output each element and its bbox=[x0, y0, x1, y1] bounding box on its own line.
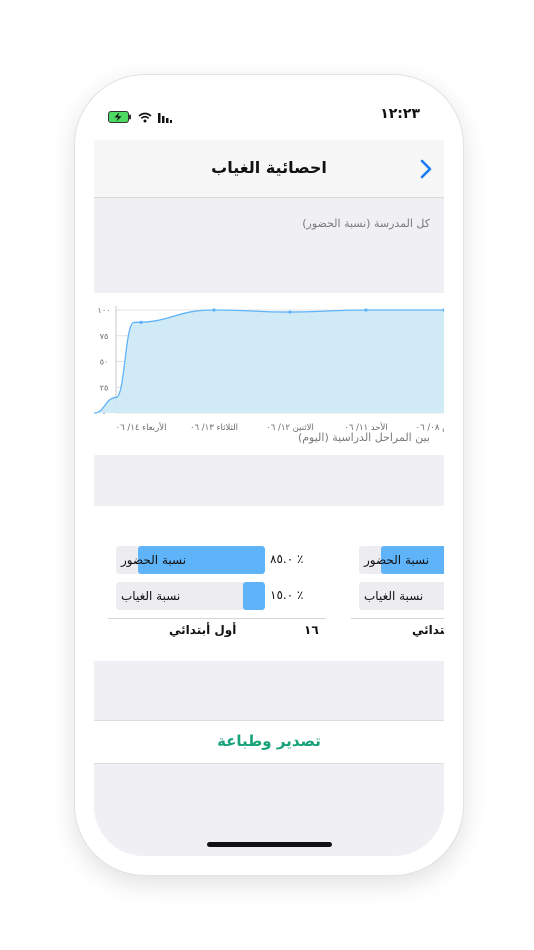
absence-bar-track: نسبة الغياب bbox=[359, 582, 444, 610]
attendance-bar-label: نسبة الحضور bbox=[121, 553, 187, 567]
absence-bar-label: نسبة الغياب bbox=[121, 589, 181, 603]
attendance-bar-label: نسبة الحضور bbox=[364, 553, 430, 567]
group-divider bbox=[108, 618, 326, 619]
wifi-icon bbox=[138, 108, 152, 127]
page-title: احصائية الغياب bbox=[211, 158, 327, 177]
navigation-bar: احصائية الغياب bbox=[94, 140, 444, 198]
y-tick-label: ٧٥ bbox=[100, 332, 109, 341]
phone-frame: ١٢:٢٣ احصائية الغياب كل المدرسة (نسبة ال… bbox=[75, 75, 463, 875]
absence-percent: ١٥.٠ ٪ bbox=[270, 588, 304, 602]
group-count: ١٦ bbox=[304, 623, 319, 637]
export-row: تصدير وطباعة bbox=[94, 720, 444, 764]
group-name: أول أبتدائي bbox=[169, 623, 237, 637]
absence-bar-fill bbox=[242, 582, 265, 610]
status-icons bbox=[108, 108, 172, 127]
signal-icon bbox=[158, 108, 172, 127]
group-name: ثاني أبتدائي bbox=[412, 623, 444, 637]
absence-bar-label: نسبة الغياب bbox=[364, 589, 424, 603]
x-tick-label: الأربعاء ١٤/ ٠٦ bbox=[116, 422, 167, 433]
status-time: ١٢:٢٣ bbox=[380, 106, 420, 122]
chart-data-point bbox=[139, 320, 143, 324]
school-section-header: كل المدرسة (نسبة الحضور) bbox=[302, 217, 430, 230]
chart-data-point bbox=[212, 308, 216, 312]
battery-charging-icon bbox=[108, 108, 132, 127]
back-button[interactable] bbox=[416, 158, 436, 180]
x-tick-label: الثلاثاء ١٣/ ٠٦ bbox=[190, 423, 238, 433]
attendance-bar-track: نسبة الحضور bbox=[116, 546, 265, 574]
chart-data-point bbox=[364, 308, 368, 312]
group-divider bbox=[351, 618, 444, 619]
attendance-bar-track: نسبة الحضور bbox=[359, 546, 444, 574]
stages-section-header: بين المراحل الدراسية (اليوم) bbox=[297, 431, 430, 444]
y-tick-label: ٢٥ bbox=[100, 383, 109, 392]
stages-stats-panel: نسبة الحضور ٨٥.٠ ٪ نسبة الغياب ١٥.٠ ٪ أو… bbox=[94, 506, 444, 661]
home-indicator[interactable] bbox=[207, 842, 332, 847]
y-tick-label: ٥٠ bbox=[100, 358, 109, 367]
export-print-button[interactable]: تصدير وطباعة bbox=[94, 732, 444, 750]
attendance-percent: ٨٥.٠ ٪ bbox=[270, 552, 304, 566]
notch bbox=[176, 94, 362, 122]
chevron-right-icon bbox=[420, 159, 432, 179]
chart-data-point bbox=[288, 310, 292, 314]
app-screen: ١٢:٢٣ احصائية الغياب كل المدرسة (نسبة ال… bbox=[94, 94, 444, 856]
absence-bar-track: نسبة الغياب bbox=[116, 582, 265, 610]
chart-area-fill bbox=[94, 310, 444, 413]
y-tick-label: ١٠٠ bbox=[98, 306, 111, 315]
